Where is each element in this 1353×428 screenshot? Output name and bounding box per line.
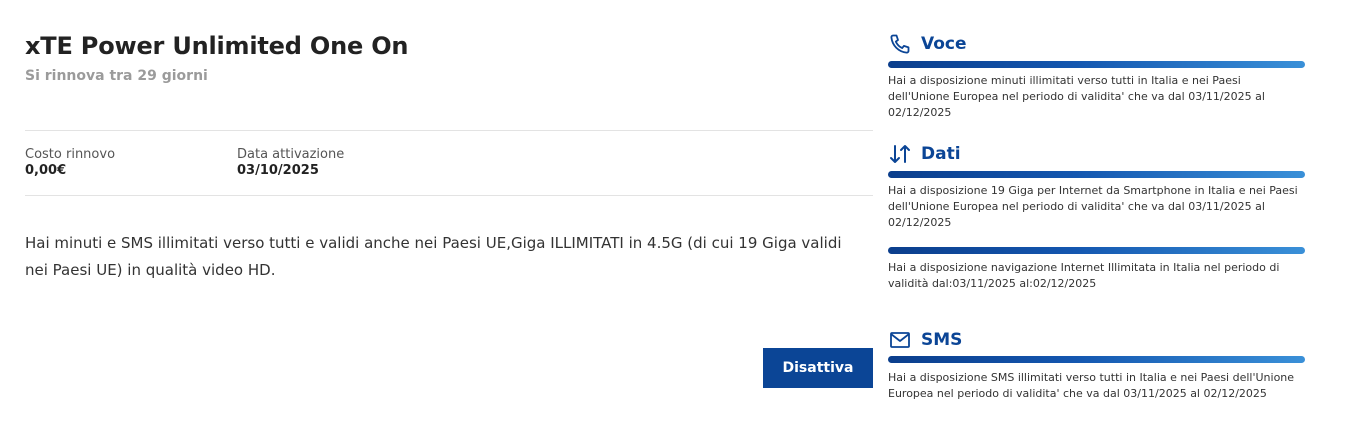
- activation-value: 03/10/2025: [237, 163, 319, 178]
- divider: [25, 130, 873, 131]
- voce-info-text: Hai a disposizione minuti illimitati ver…: [888, 74, 1265, 119]
- dati-info-text-1: Hai a disposizione 19 Giga per Internet …: [888, 184, 1298, 229]
- voce-usage-bar: [888, 61, 1305, 68]
- plan-title: xTE Power Unlimited One On: [25, 32, 409, 60]
- data-transfer-icon: [888, 142, 912, 166]
- dati-unlimited-bar: [888, 247, 1305, 254]
- dati-usage-bar: [888, 171, 1305, 178]
- section-dati-title: Dati: [921, 144, 961, 164]
- activation-label: Data attivazione: [237, 147, 345, 162]
- renew-countdown: Si rinnova tra 29 giorni: [25, 68, 208, 84]
- dati-info-text-2: Hai a disposizione navigazione Internet …: [888, 261, 1280, 290]
- cost-value: 0,00€: [25, 163, 67, 178]
- divider: [25, 195, 873, 196]
- envelope-icon: [888, 328, 912, 352]
- sms-info-text: Hai a disposizione SMS illimitati verso …: [888, 371, 1295, 400]
- deactivate-button[interactable]: Disattiva: [763, 348, 873, 388]
- cost-label: Costo rinnovo: [25, 147, 116, 162]
- phone-icon: [888, 32, 912, 56]
- section-sms-title: SMS: [921, 330, 963, 350]
- section-voce-title: Voce: [921, 34, 967, 54]
- sms-usage-bar: [888, 356, 1305, 363]
- section-voce-header: Voce: [888, 31, 967, 57]
- section-sms-header: SMS: [888, 327, 962, 353]
- section-dati-header: Dati: [888, 141, 961, 167]
- plan-description: Hai minuti e SMS illimitati verso tutti …: [25, 234, 842, 279]
